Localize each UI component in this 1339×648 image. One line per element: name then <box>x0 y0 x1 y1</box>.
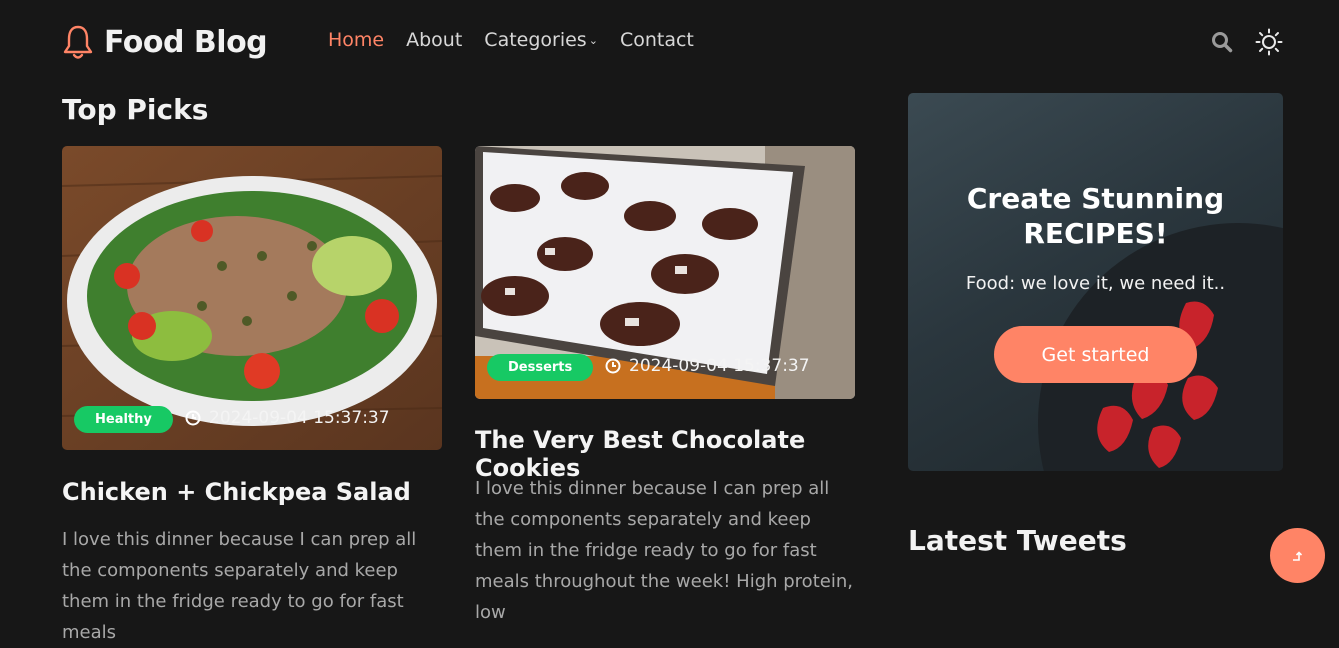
post-date-text: 2024-09-04 15:37:37 <box>629 356 810 376</box>
category-badge[interactable]: Desserts <box>487 354 594 381</box>
post-image-salad[interactable] <box>62 146 442 450</box>
sun-icon[interactable] <box>1255 28 1283 56</box>
clock-icon <box>605 358 621 374</box>
get-started-button[interactable]: Get started <box>994 326 1197 383</box>
post-excerpt: I love this dinner because I can prep al… <box>475 478 853 623</box>
latest-tweets-heading: Latest Tweets <box>908 524 1127 557</box>
nav-contact[interactable]: Contact <box>620 29 694 51</box>
chevron-down-icon: ⌄ <box>588 33 598 47</box>
promo-card: Create Stunning RECIPES! Food: we love i… <box>908 93 1283 471</box>
nav-home[interactable]: Home <box>328 29 384 51</box>
header-tools <box>1211 28 1283 56</box>
category-badge[interactable]: Healthy <box>74 406 173 433</box>
post-title[interactable]: Chicken + Chickpea Salad <box>62 478 442 506</box>
bell-icon <box>63 25 93 59</box>
post-date: 2024-09-04 15:37:37 <box>605 356 810 376</box>
post-excerpt: I love this dinner because I can prep al… <box>62 529 417 643</box>
logo[interactable]: Food Blog <box>62 24 268 60</box>
scroll-to-top-button[interactable] <box>1270 528 1325 583</box>
promo-title: Create Stunning RECIPES! <box>966 182 1225 250</box>
nav-categories-label: Categories <box>484 29 587 51</box>
clock-icon <box>185 410 201 426</box>
arrow-up-icon <box>1292 550 1302 561</box>
top-picks-heading: Top Picks <box>62 93 209 126</box>
salad-bowl-image <box>62 146 442 450</box>
post-date: 2024-09-04 15:37:37 <box>185 408 390 428</box>
site-header: Food Blog Home About Categories ⌄ Contac… <box>0 0 1339 84</box>
search-icon[interactable] <box>1211 31 1233 53</box>
main-nav: Home About Categories ⌄ Contact <box>328 29 694 51</box>
nav-about[interactable]: About <box>406 29 462 51</box>
promo-subtitle: Food: we love it, we need it.. <box>965 273 1226 294</box>
logo-text: Food Blog <box>104 24 268 60</box>
post-date-text: 2024-09-04 15:37:37 <box>209 408 390 428</box>
nav-categories[interactable]: Categories ⌄ <box>484 29 598 51</box>
